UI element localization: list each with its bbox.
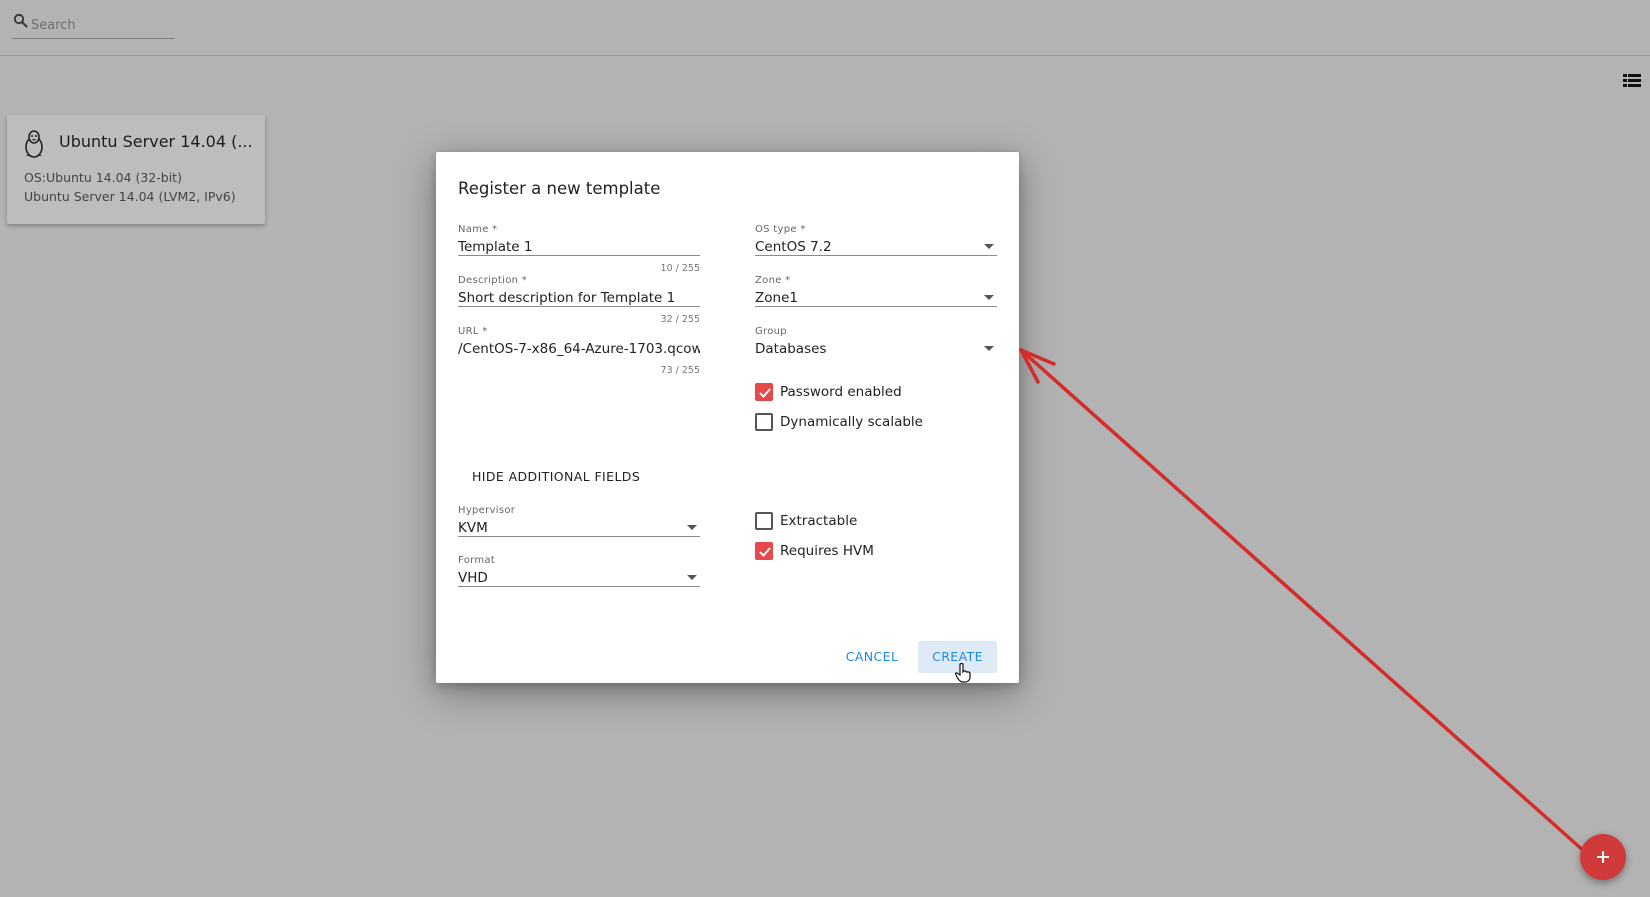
hypervisor-value: KVM bbox=[458, 520, 488, 536]
url-counter: 73 / 255 bbox=[660, 365, 700, 376]
list-view-icon[interactable] bbox=[1623, 73, 1641, 89]
password-enabled-label: Password enabled bbox=[780, 384, 902, 400]
dialog-title: Register a new template bbox=[458, 179, 661, 198]
hide-additional-fields-button[interactable]: HIDE ADDITIONAL FIELDS bbox=[472, 469, 640, 484]
chevron-down-icon bbox=[984, 244, 994, 249]
template-card[interactable]: Ubuntu Server 14.04 (... OS:Ubuntu 14.04… bbox=[7, 115, 265, 224]
format-select[interactable]: Format VHD bbox=[458, 555, 700, 587]
name-label: Name * bbox=[458, 224, 498, 235]
template-card-title: Ubuntu Server 14.04 (... bbox=[59, 132, 253, 151]
checkbox-checked-icon[interactable] bbox=[755, 542, 773, 560]
url-label: URL * bbox=[458, 326, 488, 337]
chevron-down-icon bbox=[687, 525, 697, 530]
url-value[interactable]: /CentOS-7-x86_64-Azure-1703.qcow2 bbox=[458, 341, 700, 357]
template-card-os: OS:Ubuntu 14.04 (32-bit) bbox=[24, 170, 182, 185]
os-type-value: CentOS 7.2 bbox=[755, 239, 832, 255]
search-input[interactable] bbox=[31, 18, 171, 33]
extractable-label: Extractable bbox=[780, 513, 858, 529]
name-value[interactable]: Template 1 bbox=[458, 239, 532, 255]
password-enabled-checkbox[interactable]: Password enabled bbox=[755, 383, 955, 403]
register-template-dialog: Register a new template Name * Template … bbox=[436, 152, 1019, 683]
template-card-description: Ubuntu Server 14.04 (LVM2, IPv6) bbox=[24, 189, 236, 204]
description-counter: 32 / 255 bbox=[660, 314, 700, 325]
dynamically-scalable-checkbox[interactable]: Dynamically scalable bbox=[755, 413, 955, 433]
group-value: Databases bbox=[755, 341, 827, 357]
checkbox-unchecked-icon[interactable] bbox=[755, 413, 773, 431]
os-type-select[interactable]: OS type * CentOS 7.2 bbox=[755, 224, 997, 256]
requires-hvm-label: Requires HVM bbox=[780, 543, 874, 559]
add-template-button[interactable] bbox=[1580, 834, 1626, 880]
description-label: Description * bbox=[458, 275, 528, 286]
zone-label: Zone * bbox=[755, 275, 791, 286]
linux-penguin-icon bbox=[21, 129, 47, 159]
checkbox-unchecked-icon[interactable] bbox=[755, 512, 773, 530]
chevron-down-icon bbox=[984, 295, 994, 300]
name-counter: 10 / 255 bbox=[660, 263, 700, 274]
hand-pointer-icon bbox=[954, 662, 972, 683]
hypervisor-label: Hypervisor bbox=[458, 505, 516, 516]
checkbox-checked-icon[interactable] bbox=[755, 383, 773, 401]
dynamically-scalable-label: Dynamically scalable bbox=[780, 414, 923, 430]
zone-value: Zone1 bbox=[755, 290, 798, 306]
format-value: VHD bbox=[458, 570, 488, 586]
search-box[interactable] bbox=[12, 12, 174, 39]
os-type-label: OS type * bbox=[755, 224, 806, 235]
cancel-button[interactable]: CANCEL bbox=[836, 641, 908, 673]
top-bar bbox=[0, 0, 1650, 56]
group-select[interactable]: Group Databases bbox=[755, 326, 997, 358]
group-label: Group bbox=[755, 326, 787, 337]
format-label: Format bbox=[458, 555, 496, 566]
chevron-down-icon bbox=[984, 346, 994, 351]
description-value[interactable]: Short description for Template 1 bbox=[458, 290, 675, 306]
requires-hvm-checkbox[interactable]: Requires HVM bbox=[755, 542, 955, 562]
url-field[interactable]: URL * /CentOS-7-x86_64-Azure-1703.qcow2 bbox=[458, 326, 700, 358]
extractable-checkbox[interactable]: Extractable bbox=[755, 512, 955, 532]
zone-select[interactable]: Zone * Zone1 bbox=[755, 275, 997, 307]
search-icon bbox=[13, 13, 29, 29]
hypervisor-select[interactable]: Hypervisor KVM bbox=[458, 505, 700, 537]
chevron-down-icon bbox=[687, 575, 697, 580]
description-field[interactable]: Description * Short description for Temp… bbox=[458, 275, 700, 307]
name-field[interactable]: Name * Template 1 bbox=[458, 224, 700, 256]
